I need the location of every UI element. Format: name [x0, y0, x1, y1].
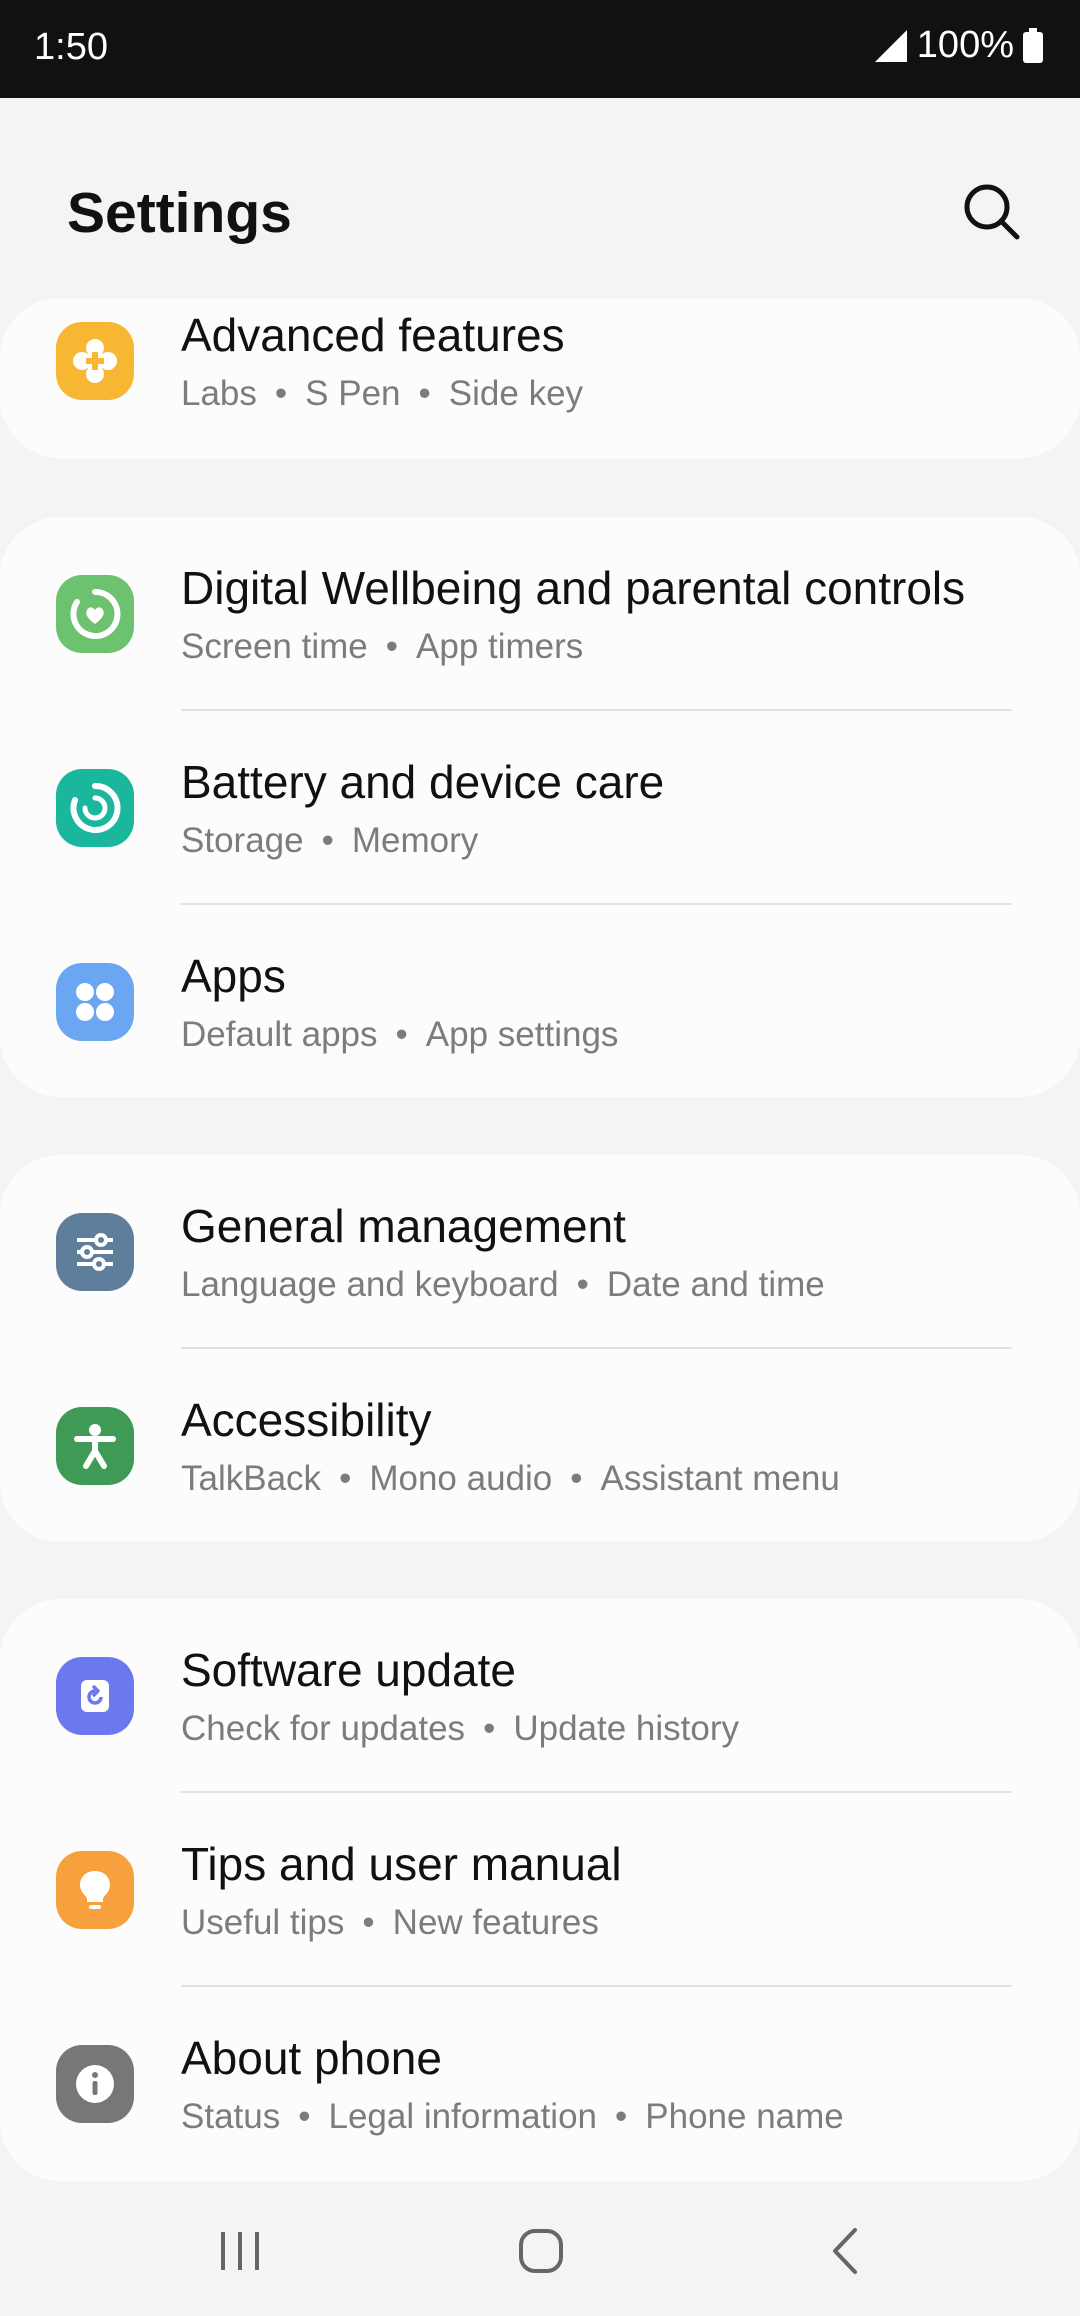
device-care-icon-box — [56, 769, 134, 847]
item-subtitle: Storage • Memory — [181, 821, 479, 860]
battery-percent: 100% — [916, 24, 1014, 66]
navigation-bar — [0, 2186, 1080, 2316]
settings-item-about-phone[interactable]: About phone Status • Legal information • Pho… — [0, 1987, 1080, 2181]
item-title: Accessibility — [181, 1394, 432, 1446]
item-title: General management — [181, 1200, 626, 1252]
apps-icon-box — [56, 963, 134, 1041]
battery-icon — [1023, 27, 1043, 63]
settings-group-about: Software update Check for updates • Update… — [0, 1599, 1080, 2181]
tips-icon — [80, 1871, 110, 1909]
status-time: 1:50 — [34, 26, 108, 68]
signal-icon — [874, 29, 907, 62]
device-care-icon — [70, 782, 121, 833]
sub-label: Default apps — [181, 1015, 378, 1054]
sub-label: Check for updates — [181, 1709, 466, 1748]
sub-label: App timers — [416, 627, 584, 666]
sub-label: Legal information — [328, 2097, 598, 2136]
item-subtitle: Status • Legal information • Phone name — [181, 2097, 844, 2136]
advanced-features-icon — [73, 339, 117, 383]
advanced-features-icon-box — [56, 322, 134, 400]
sub-label: Mono audio — [369, 1459, 553, 1498]
sub-label: Assistant menu — [600, 1459, 840, 1498]
status-indicators: 100% — [873, 24, 1044, 67]
status-bar: 1:50 100% — [0, 0, 1080, 98]
search-button[interactable] — [960, 180, 1024, 244]
sub-label: Phone name — [645, 2097, 844, 2136]
header: Settings — [0, 98, 1080, 288]
general-management-icon — [77, 1233, 113, 1271]
item-title: Battery and device care — [181, 756, 665, 808]
settings-item-advanced-features[interactable]: Advanced features Labs • S Pen • Side key — [0, 298, 1080, 458]
settings-item-tips-user-manual[interactable]: Tips and user manual Useful tips • New fea… — [0, 1793, 1080, 1987]
software-update-icon — [81, 1680, 109, 1712]
sub-label: Storage — [181, 821, 304, 860]
item-subtitle: Screen time • App timers — [181, 627, 584, 666]
recent-apps-button[interactable] — [190, 2206, 290, 2296]
item-title: Software update — [181, 1644, 517, 1696]
item-subtitle: Language and keyboard • Date and time — [181, 1265, 825, 1304]
back-icon — [833, 2228, 857, 2274]
digital-wellbeing-icon-box — [56, 575, 134, 653]
sub-label: Useful tips — [181, 1903, 345, 1942]
sub-label: App settings — [425, 1015, 619, 1054]
tips-icon-box — [56, 1851, 134, 1929]
sub-label: S Pen — [305, 374, 401, 413]
accessibility-icon — [74, 1424, 116, 1469]
settings-item-apps[interactable]: Apps Default apps • App settings — [0, 905, 1080, 1097]
item-title: Tips and user manual — [181, 1838, 622, 1890]
info-icon-box — [56, 2045, 134, 2123]
settings-item-digital-wellbeing[interactable]: Digital Wellbeing and parental controls … — [0, 517, 1080, 711]
item-title: Digital Wellbeing and parental controls — [181, 562, 966, 614]
settings-item-general-management[interactable]: General management Language and keyboard… — [0, 1155, 1080, 1349]
home-button[interactable] — [491, 2206, 591, 2296]
item-title: Apps — [181, 950, 286, 1002]
settings-item-accessibility[interactable]: Accessibility TalkBack • Mono audio • Assist… — [0, 1349, 1080, 1542]
settings-group-general: General management Language and keyboard… — [0, 1155, 1080, 1542]
software-update-icon-box — [56, 1657, 134, 1735]
digital-wellbeing-icon — [70, 588, 121, 639]
sub-label: New features — [392, 1903, 599, 1942]
item-title: Advanced features — [181, 309, 565, 361]
sub-label: Side key — [448, 374, 584, 413]
sub-label: TalkBack — [181, 1459, 322, 1498]
general-management-icon-box — [56, 1213, 134, 1291]
page-title: Settings — [67, 181, 292, 245]
item-subtitle: Labs • S Pen • Side key — [181, 374, 584, 413]
item-subtitle: Useful tips • New features — [181, 1903, 599, 1942]
accessibility-icon-box — [56, 1407, 134, 1485]
sub-label: Labs — [181, 374, 257, 413]
settings-group-advanced: Advanced features Labs • S Pen • Side key — [0, 298, 1080, 458]
home-icon — [519, 2229, 563, 2273]
search-icon — [964, 184, 1020, 240]
item-subtitle: Default apps • App settings — [181, 1015, 619, 1054]
item-title: About phone — [181, 2032, 442, 2084]
item-subtitle: Check for updates • Update history — [181, 1709, 739, 1748]
info-icon — [76, 2065, 114, 2103]
back-button[interactable] — [795, 2206, 895, 2296]
sub-label: Memory — [351, 821, 479, 860]
settings-group-wellbeing: Digital Wellbeing and parental controls … — [0, 517, 1080, 1097]
settings-item-battery-device-care[interactable]: Battery and device care Storage • Memory — [0, 711, 1080, 905]
sub-label: Update history — [513, 1709, 739, 1748]
sub-label: Date and time — [606, 1265, 825, 1304]
item-subtitle: TalkBack • Mono audio • Assistant menu — [181, 1459, 840, 1498]
sub-label: Language and keyboard — [181, 1265, 559, 1304]
apps-icon — [76, 983, 114, 1021]
settings-item-software-update[interactable]: Software update Check for updates • Update… — [0, 1599, 1080, 1793]
sub-label: Status — [181, 2097, 281, 2136]
recent-apps-icon — [221, 2232, 259, 2270]
sub-label: Screen time — [181, 627, 368, 666]
